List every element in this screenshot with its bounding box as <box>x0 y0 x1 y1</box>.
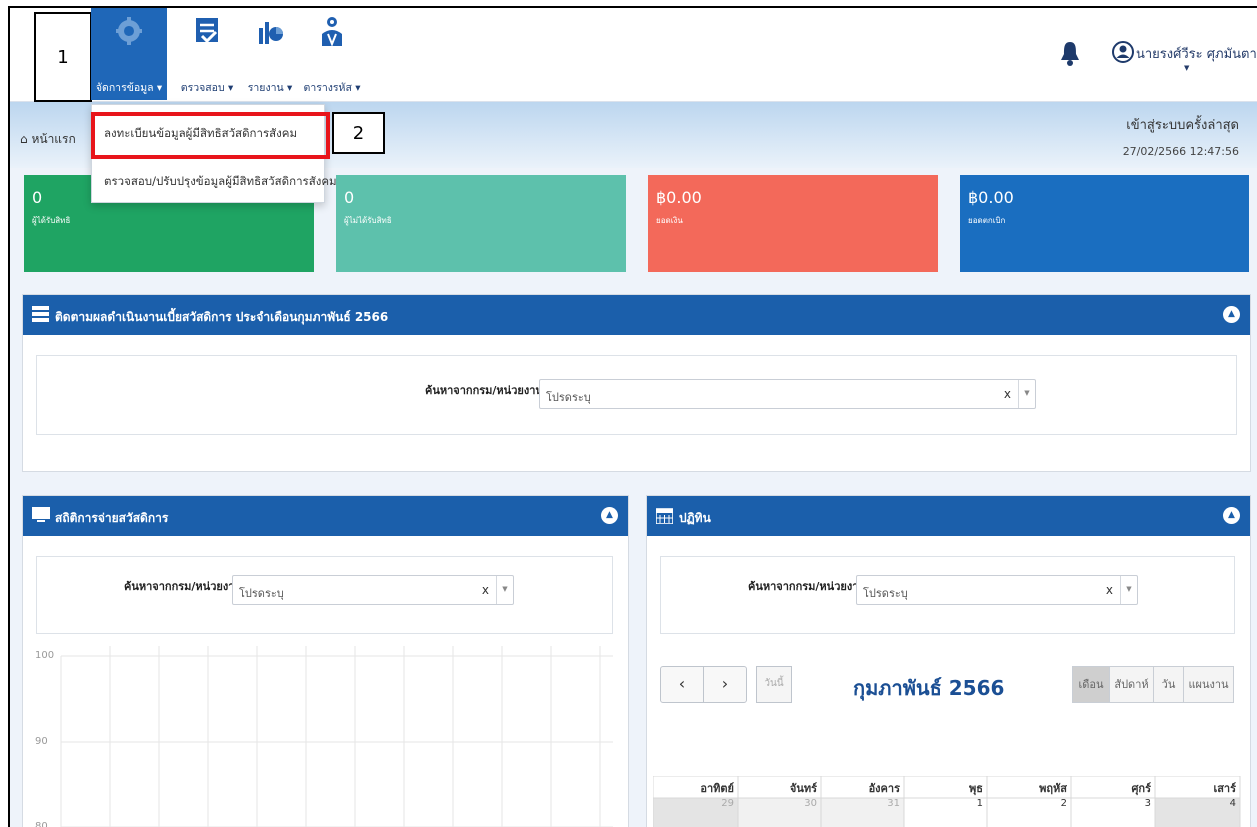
next-month-button[interactable]: › <box>703 666 747 703</box>
checklist-icon <box>194 16 220 50</box>
chevron-down-icon[interactable]: ▼ <box>496 576 513 604</box>
chart-grid <box>60 646 613 827</box>
callout-1-text: 1 <box>57 46 69 68</box>
stat-value: 0 <box>344 188 355 207</box>
breadcrumb-home[interactable]: หน้าแรก <box>31 132 75 146</box>
view-week-button[interactable]: สัปดาห์ <box>1109 666 1154 703</box>
department-select[interactable]: โปรดระบุ x ▼ <box>232 575 514 605</box>
calendar-day[interactable]: 31 <box>821 798 904 809</box>
breadcrumb[interactable]: ⌂ หน้าแรก <box>20 130 76 149</box>
prev-month-button[interactable]: ‹ <box>660 666 704 703</box>
weekday-sun: อาทิตย์ <box>700 782 734 795</box>
nav-data-management[interactable]: จัดการข้อมูล ▾ <box>91 8 167 100</box>
menu-verify-beneficiary[interactable]: ตรวจสอบ/ปรับปรุงข้อมูลผู้มีสิทธิสวัสดิกา… <box>92 173 337 191</box>
app-window: 1 จัดการข้อมูล ▾ ตรวจสอบ ▾ รายงาน ▾ ตารา… <box>8 6 1257 827</box>
calendar-month-title: กุมภาพันธ์ 2566 <box>853 676 1005 700</box>
user-avatar-icon[interactable] <box>1112 41 1134 67</box>
home-icon: ⌂ <box>20 132 28 146</box>
y-tick: 100 <box>35 650 55 661</box>
user-gear-icon <box>319 16 345 52</box>
tracking-panel-header: ติดตามผลดำเนินงานเบี้ยสวัสดิการ ประจำเดื… <box>23 295 1250 335</box>
calendar-day[interactable]: 3 <box>1071 798 1155 809</box>
tracking-panel: ติดตามผลดำเนินงานเบี้ยสวัสดิการ ประจำเดื… <box>22 294 1251 472</box>
stat-label: ผู้ได้รับสิทธิ <box>32 216 71 225</box>
calendar-filter-box: ค้นหาจากกรม/หน่วยงาน : โปรดระบุ x ▼ <box>660 556 1235 634</box>
callout-2-text: 2 <box>352 122 365 144</box>
view-day-button[interactable]: วัน <box>1153 666 1184 703</box>
calendar-day[interactable]: 29 <box>653 798 738 809</box>
monitor-icon <box>32 507 50 526</box>
department-select[interactable]: โปรดระบุ x ▼ <box>539 379 1036 409</box>
last-login-label: เข้าสู่ระบบครั้งล่าสุด <box>1126 118 1239 133</box>
chevron-down-icon[interactable]: ▼ <box>1120 576 1137 604</box>
server-icon <box>32 306 49 325</box>
select-placeholder: โปรดระบุ <box>863 587 908 600</box>
stat-card-arrears: ฿0.00 ยอดตกเบิก <box>960 175 1249 272</box>
calendar-panel-title: ปฏิทิน <box>679 511 711 525</box>
collapse-icon[interactable]: ▲ <box>601 507 618 524</box>
clear-icon[interactable]: x <box>1004 387 1011 401</box>
weekday-wed: พุธ <box>969 782 983 795</box>
user-name[interactable]: นายรงศ์วีระ ศุภมันตา <box>1136 43 1257 64</box>
callout-2: 2 <box>332 112 385 154</box>
clear-icon[interactable]: x <box>482 583 489 597</box>
menu-register-beneficiary[interactable]: ลงทะเบียนข้อมูลผู้มีสิทธิสวัสดิการสังคม <box>92 125 324 143</box>
stat-value: ฿0.00 <box>968 188 1014 207</box>
calendar-day[interactable]: 2 <box>987 798 1071 809</box>
stat-label: ผู้ไม่ได้รับสิทธิ <box>344 216 392 225</box>
weekday-tue: อังคาร <box>868 782 900 795</box>
tracking-filter-box: ค้นหาจากกรม/หน่วยงาน : โปรดระบุ x ▼ <box>36 355 1237 435</box>
calendar-panel-header: ปฏิทิน ▲ <box>647 496 1250 536</box>
stats-filter-box: ค้นหาจากกรม/หน่วยงาน : โปรดระบุ x ▼ <box>36 556 613 634</box>
tracking-panel-title: ติดตามผลดำเนินงานเบี้ยสวัสดิการ ประจำเดื… <box>55 310 389 324</box>
view-month-button[interactable]: เดือน <box>1072 666 1110 703</box>
data-management-dropdown: ลงทะเบียนข้อมูลผู้มีสิทธิสวัสดิการสังคม … <box>91 104 337 203</box>
y-tick: 90 <box>35 736 48 747</box>
stats-panel-title: สถิติการจ่ายสวัสดิการ <box>55 511 169 525</box>
calendar-icon <box>655 507 674 527</box>
calendar-day[interactable]: 30 <box>738 798 821 809</box>
select-placeholder: โปรดระบุ <box>546 391 591 404</box>
y-tick: 80 <box>35 821 48 827</box>
stat-value: 0 <box>32 188 43 207</box>
nav-code-table-label: ตารางรหัส ▾ <box>303 82 361 94</box>
nav-code-table[interactable]: ตารางรหัส ▾ <box>294 8 370 100</box>
view-agenda-button[interactable]: แผนงาน <box>1183 666 1234 703</box>
weekday-sat: เสาร์ <box>1213 782 1236 795</box>
clear-icon[interactable]: x <box>1106 583 1113 597</box>
calendar-day[interactable]: 4 <box>1155 798 1240 809</box>
calendar-day[interactable]: 1 <box>904 798 987 809</box>
collapse-icon[interactable]: ▲ <box>1223 306 1240 323</box>
stats-panel-header: สถิติการจ่ายสวัสดิการ ▲ <box>23 496 628 536</box>
report-chart-icon <box>257 16 283 50</box>
bell-icon[interactable] <box>1060 40 1080 70</box>
weekday-thu: พฤหัส <box>1039 782 1067 795</box>
weekday-fri: ศุกร์ <box>1131 782 1151 795</box>
stats-panel: สถิติการจ่ายสวัสดิการ ▲ ค้นหาจากกรม/หน่ว… <box>22 495 629 827</box>
stat-label: ยอดตกเบิก <box>968 216 1006 225</box>
chevron-down-icon[interactable]: ▼ <box>1184 64 1189 72</box>
select-placeholder: โปรดระบุ <box>239 587 284 600</box>
nav-data-management-label: จัดการข้อมูล ▾ <box>95 82 163 94</box>
gear-icon <box>116 16 142 50</box>
stat-card-not-eligible: 0 ผู้ไม่ได้รับสิทธิ <box>336 175 626 272</box>
top-navbar: 1 จัดการข้อมูล ▾ ตรวจสอบ ▾ รายงาน ▾ ตารา… <box>10 8 1257 102</box>
chevron-down-icon[interactable]: ▼ <box>1018 380 1035 408</box>
callout-1: 1 <box>34 12 92 102</box>
stat-label: ยอดเงิน <box>656 216 683 225</box>
weekday-mon: จันทร์ <box>789 782 817 795</box>
collapse-icon[interactable]: ▲ <box>1223 507 1240 524</box>
department-select[interactable]: โปรดระบุ x ▼ <box>856 575 1138 605</box>
filter-label: ค้นหาจากกรม/หน่วยงาน : <box>425 384 552 397</box>
today-button[interactable]: วันนี้ <box>756 666 792 703</box>
stat-value: ฿0.00 <box>656 188 702 207</box>
last-login-time: 27/02/2566 12:47:56 <box>1122 145 1239 158</box>
stat-card-amount: ฿0.00 ยอดเงิน <box>648 175 938 272</box>
